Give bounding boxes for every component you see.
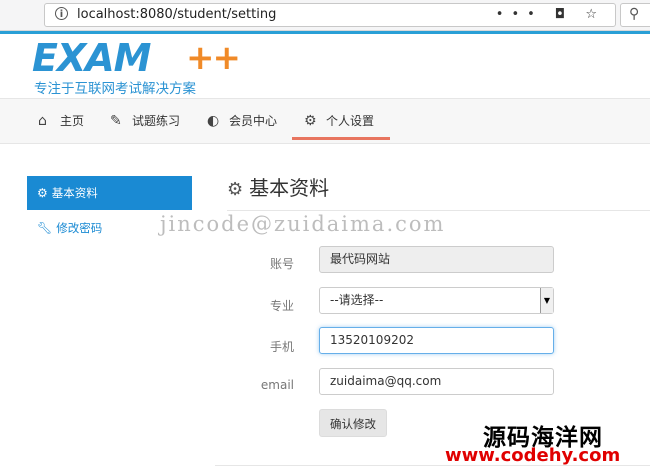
nav-item-practice[interactable]: ✎ 试题练习 — [110, 99, 180, 143]
search-icon[interactable]: ⚲ — [629, 6, 639, 22]
phone-label: 手机 — [269, 340, 294, 354]
info-icon[interactable]: i — [55, 7, 68, 20]
chevron-down-icon[interactable]: ▼ — [540, 288, 553, 313]
nav-label: 个人设置 — [326, 114, 375, 128]
sidebar-item-label: 修改密码 — [56, 221, 103, 235]
dashboard-icon: ◐ — [207, 113, 220, 129]
browser-search-box[interactable]: ⚲ — [620, 3, 650, 27]
gears-icon: ⚙ — [227, 179, 244, 200]
major-select[interactable]: --请选择-- ▼ — [319, 287, 554, 314]
logo-plus: ++ — [186, 38, 241, 78]
gears-icon: ⚙ — [304, 113, 317, 129]
nav-item-home[interactable]: ⌂ 主页 — [38, 99, 84, 143]
home-icon: ⌂ — [38, 113, 47, 129]
logo-word[interactable]: EXAM — [32, 36, 151, 80]
nav-label: 会员中心 — [229, 114, 278, 128]
brand-watermark-url: www.codehy.com — [445, 445, 621, 466]
browser-toolbar: i localhost:8080/student/setting ••• ◘ ☆… — [0, 0, 650, 31]
email-field[interactable]: zuidaima@qq.com — [319, 368, 554, 395]
gears-icon: ⚙ — [37, 186, 48, 200]
email-label: email — [260, 378, 294, 392]
address-bar[interactable]: i localhost:8080/student/setting ••• ◘ ☆ — [44, 3, 616, 27]
watermark-text: jincode@zuidaima.com — [160, 212, 446, 236]
page-title: ⚙ 基本资料 — [227, 172, 329, 201]
major-select-value: --请选择-- — [330, 293, 384, 307]
nav-item-member[interactable]: ◐ 会员中心 — [207, 99, 277, 143]
nav-label: 主页 — [60, 114, 85, 128]
url-text[interactable]: localhost:8080/student/setting — [77, 7, 276, 22]
wrench-icon: 🔧︎ — [37, 221, 53, 235]
logo-tagline: 专注于互联网考试解决方案 — [34, 81, 196, 97]
title-divider — [227, 210, 650, 211]
nav-item-settings[interactable]: ⚙ 个人设置 — [292, 99, 390, 140]
main-nav: ⌂ 主页 ✎ 试题练习 ◐ 会员中心 ⚙ 个人设置 — [0, 98, 650, 144]
nav-label: 试题练习 — [132, 114, 181, 128]
submit-button[interactable]: 确认修改 — [319, 409, 387, 437]
phone-field[interactable]: 13520109202 — [319, 327, 554, 354]
header-accent-line — [0, 31, 650, 34]
page-actions-icon[interactable]: ••• ◘ ☆ — [496, 7, 605, 22]
sidebar-item-label: 基本资料 — [51, 186, 98, 200]
edit-icon: ✎ — [110, 113, 122, 129]
page-title-text: 基本资料 — [249, 176, 330, 200]
account-label: 账号 — [269, 257, 294, 271]
account-field: 最代码网站 — [319, 246, 554, 273]
sidebar-item-basic-info[interactable]: ⚙ 基本资料 — [27, 176, 192, 210]
major-label: 专业 — [269, 299, 294, 313]
